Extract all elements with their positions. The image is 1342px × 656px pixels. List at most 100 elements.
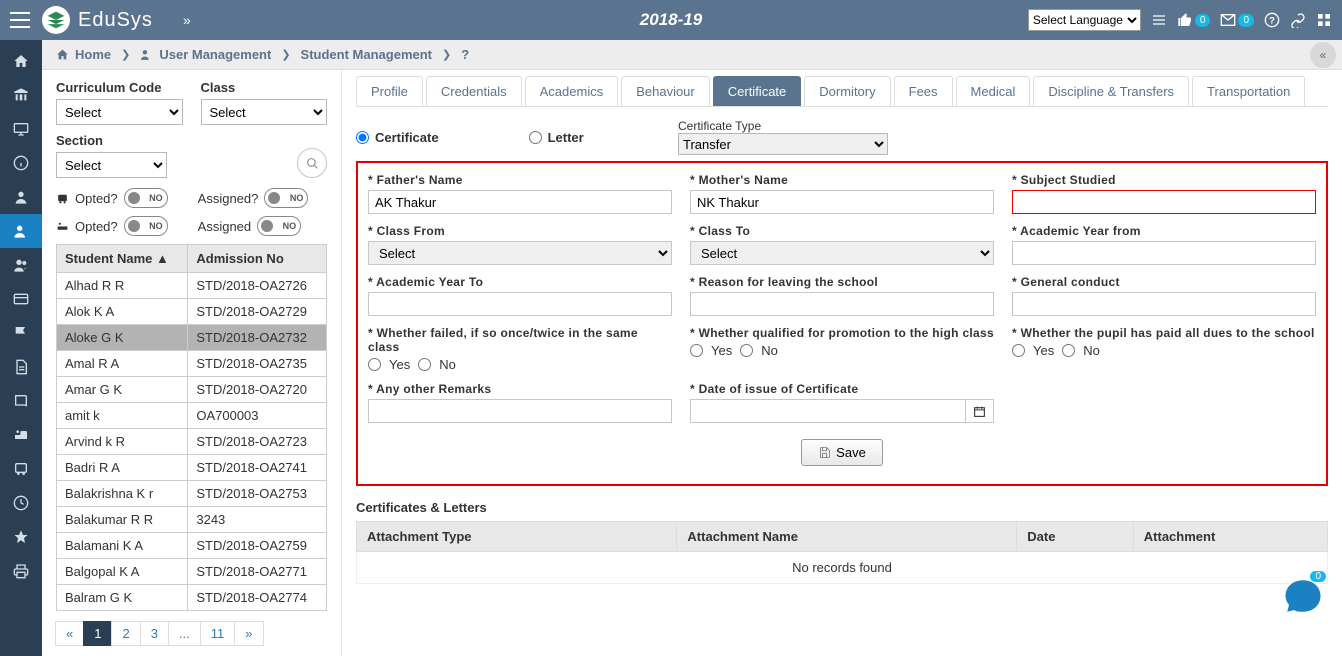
failed-no[interactable] — [418, 358, 431, 371]
page-11[interactable]: 11 — [200, 621, 236, 646]
tab-behaviour[interactable]: Behaviour — [621, 76, 710, 106]
section-select[interactable]: Select — [56, 152, 167, 178]
conduct-input[interactable] — [1012, 292, 1316, 316]
qualified-yes[interactable] — [690, 344, 703, 357]
mode-certificate[interactable]: Certificate — [356, 130, 439, 145]
sidebar-info-icon[interactable] — [0, 146, 42, 180]
table-row[interactable]: Amal R ASTD/2018-OA2735 — [57, 351, 327, 377]
sidebar-flag-icon[interactable] — [0, 316, 42, 350]
sidebar-print-icon[interactable] — [0, 554, 42, 588]
sidebar-institution-icon[interactable] — [0, 78, 42, 112]
sidebar-user-add-icon[interactable] — [0, 214, 42, 248]
qualified-no[interactable] — [740, 344, 753, 357]
class-from-select[interactable]: Select — [368, 241, 672, 265]
brand-name: EduSys — [78, 9, 153, 32]
opted-bed-toggle[interactable]: NO — [124, 216, 168, 236]
table-row[interactable]: Balakumar R R3243 — [57, 507, 327, 533]
collapse-icon[interactable]: « — [1310, 42, 1336, 68]
sidebar-users-icon[interactable] — [0, 248, 42, 282]
table-row[interactable]: Balgopal K ASTD/2018-OA2771 — [57, 559, 327, 585]
col-att-type[interactable]: Attachment Type — [357, 522, 677, 552]
col-att-date[interactable]: Date — [1017, 522, 1134, 552]
tab-transportation[interactable]: Transportation — [1192, 76, 1305, 106]
table-row[interactable]: Balakrishna K rSTD/2018-OA2753 — [57, 481, 327, 507]
sidebar-file-icon[interactable] — [0, 350, 42, 384]
certificate-type-select[interactable]: Transfer — [678, 133, 888, 155]
link-icon[interactable] — [1290, 12, 1306, 28]
expand-icon[interactable]: » — [183, 12, 191, 28]
dues-no[interactable] — [1062, 344, 1075, 357]
table-row[interactable]: Amar G KSTD/2018-OA2720 — [57, 377, 327, 403]
class-to-select[interactable]: Select — [690, 241, 994, 265]
grid-icon[interactable] — [1316, 12, 1332, 28]
tab-credentials[interactable]: Credentials — [426, 76, 522, 106]
col-admission-no[interactable]: Admission No — [188, 245, 327, 273]
calendar-icon[interactable] — [966, 399, 994, 423]
chat-bubble-icon[interactable]: 0 — [1282, 575, 1324, 617]
menu-toggle-icon[interactable] — [10, 12, 30, 28]
page-3[interactable]: 3 — [140, 621, 169, 646]
mother-input[interactable] — [690, 190, 994, 214]
class-select[interactable]: Select — [201, 99, 328, 125]
table-row[interactable]: Balram G KSTD/2018-OA2774 — [57, 585, 327, 611]
failed-label: * Whether failed, if so once/twice in th… — [368, 326, 672, 354]
bc-student-mgmt[interactable]: Student Management — [301, 47, 432, 62]
tab-certificate[interactable]: Certificate — [713, 76, 802, 106]
sidebar-star-icon[interactable] — [0, 520, 42, 554]
table-row[interactable]: Balamani K ASTD/2018-OA2759 — [57, 533, 327, 559]
tab-academics[interactable]: Academics — [525, 76, 619, 106]
page-...[interactable]: ... — [168, 621, 201, 646]
table-row[interactable]: Arvind k RSTD/2018-OA2723 — [57, 429, 327, 455]
mode-letter[interactable]: Letter — [529, 130, 584, 145]
mail-icon[interactable]: 0 — [1220, 12, 1254, 28]
subject-input[interactable] — [1012, 190, 1316, 214]
ay-to-input[interactable] — [368, 292, 672, 316]
sidebar-bus-icon[interactable] — [0, 452, 42, 486]
col-att-name[interactable]: Attachment Name — [677, 522, 1017, 552]
col-att[interactable]: Attachment — [1133, 522, 1327, 552]
table-row[interactable]: Alok K ASTD/2018-OA2729 — [57, 299, 327, 325]
table-row[interactable]: amit kOA700003 — [57, 403, 327, 429]
sidebar-user-icon[interactable] — [0, 180, 42, 214]
table-row[interactable]: Badri R ASTD/2018-OA2741 — [57, 455, 327, 481]
language-select[interactable]: Select Language — [1028, 9, 1141, 31]
failed-yes[interactable] — [368, 358, 381, 371]
dues-yes[interactable] — [1012, 344, 1025, 357]
help-icon[interactable]: ? — [1264, 12, 1280, 28]
tab-medical[interactable]: Medical — [956, 76, 1031, 106]
sidebar-bed-icon[interactable] — [0, 418, 42, 452]
tab-profile[interactable]: Profile — [356, 76, 423, 106]
sidebar-book-icon[interactable] — [0, 384, 42, 418]
table-row[interactable]: Aloke G KSTD/2018-OA2732 — [57, 325, 327, 351]
reason-input[interactable] — [690, 292, 994, 316]
class-from-label: * Class From — [368, 224, 672, 238]
opted-bus-toggle[interactable]: NO — [124, 188, 168, 208]
tab-dormitory[interactable]: Dormitory — [804, 76, 890, 106]
issue-date-input[interactable] — [690, 399, 966, 423]
sidebar-history-icon[interactable] — [0, 486, 42, 520]
table-row[interactable]: Alhad R RSTD/2018-OA2726 — [57, 273, 327, 299]
page-«[interactable]: « — [55, 621, 84, 646]
sidebar-card-icon[interactable] — [0, 282, 42, 316]
bc-user-mgmt[interactable]: User Management — [159, 47, 271, 62]
bc-home[interactable]: Home — [75, 47, 111, 62]
curriculum-select[interactable]: Select — [56, 99, 183, 125]
assigned-bed-toggle[interactable]: NO — [257, 216, 301, 236]
remarks-input[interactable] — [368, 399, 672, 423]
tab-fees[interactable]: Fees — [894, 76, 953, 106]
page-1[interactable]: 1 — [83, 621, 112, 646]
tab-discipline-transfers[interactable]: Discipline & Transfers — [1033, 76, 1189, 106]
thumbs-up-icon[interactable]: 0 — [1177, 12, 1211, 28]
list-icon[interactable] — [1151, 12, 1167, 28]
sidebar-home-icon[interactable] — [0, 44, 42, 78]
father-input[interactable] — [368, 190, 672, 214]
ay-from-input[interactable] — [1012, 241, 1316, 265]
bc-help[interactable]: ? — [461, 47, 469, 62]
assigned-bus-toggle[interactable]: NO — [264, 188, 308, 208]
search-button[interactable] — [297, 148, 327, 178]
save-button[interactable]: Save — [801, 439, 883, 466]
page-2[interactable]: 2 — [111, 621, 140, 646]
sidebar-monitor-icon[interactable] — [0, 112, 42, 146]
page-»[interactable]: » — [234, 621, 263, 646]
col-student-name[interactable]: Student Name ▲ — [57, 245, 188, 273]
